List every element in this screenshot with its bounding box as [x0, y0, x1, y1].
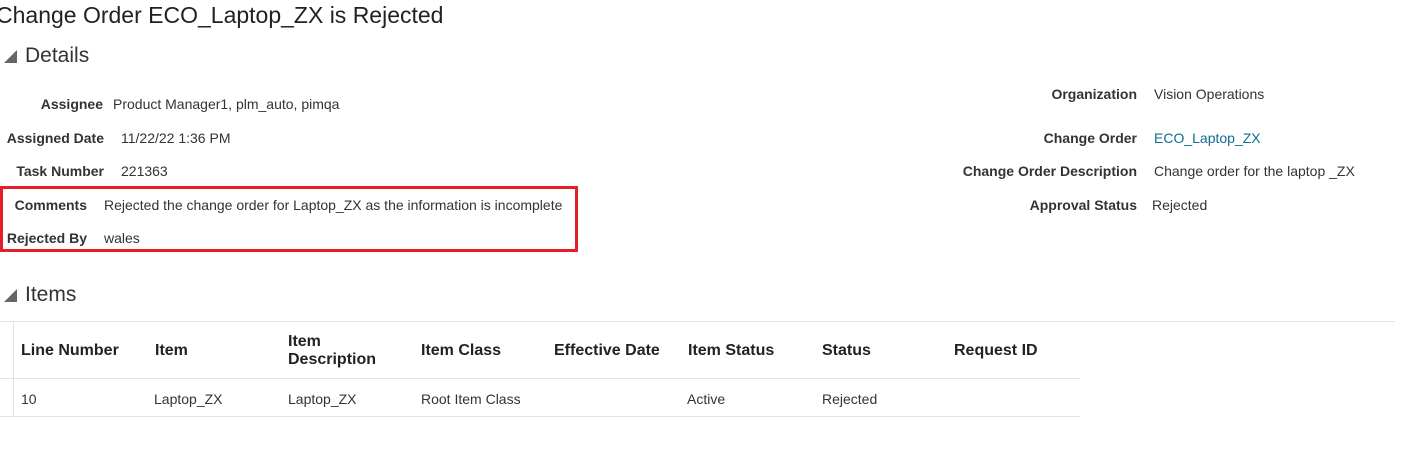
column-header-item-description[interactable]: Item Description [288, 333, 398, 369]
details-section-title: Details [25, 44, 90, 67]
change-order-link[interactable]: ECO_Laptop_ZX [1154, 130, 1261, 146]
organization-value: Vision Operations [1154, 86, 1265, 102]
task-number-value: 221363 [121, 163, 168, 179]
approval-status-label: Approval Status [1029, 197, 1137, 213]
task-number-label: Task Number [16, 163, 104, 179]
collapse-triangle-icon [4, 288, 17, 302]
line-number-cell: 10 [21, 391, 37, 407]
assigned-date-label: Assigned Date [6, 130, 104, 146]
item-class-cell: Root Item Class [421, 391, 521, 407]
collapse-triangle-icon [4, 49, 17, 63]
organization-label: Organization [1051, 86, 1137, 102]
column-header-item[interactable]: Item [155, 342, 188, 360]
assigned-date-value: 11/22/22 1:36 PM [121, 130, 231, 146]
change-order-description-label: Change Order Description [962, 163, 1137, 179]
page-title: Change Order ECO_Laptop_ZX is Rejected [0, 2, 444, 28]
column-header-line-number[interactable]: Line Number [21, 342, 119, 360]
change-order-description-value: Change order for the laptop _ZX [1154, 163, 1355, 179]
assignee-label: Assignee [40, 96, 103, 112]
item-status-cell: Active [687, 391, 726, 407]
change-order-label: Change Order [1043, 130, 1137, 146]
items-section-title: Items [25, 283, 77, 306]
comments-highlight-box [0, 186, 578, 252]
approval-status-value: Rejected [1152, 197, 1208, 213]
column-header-status[interactable]: Status [822, 342, 871, 360]
status-cell: Rejected [822, 391, 878, 407]
item-description-cell: Laptop_ZX [288, 391, 357, 407]
column-header-effective-date[interactable]: Effective Date [554, 342, 660, 360]
column-header-request-id[interactable]: Request ID [954, 342, 1038, 360]
details-section-toggle[interactable]: Details [4, 44, 89, 68]
items-section-toggle[interactable]: Items [4, 283, 76, 307]
assignee-value: Product Manager1, plm_auto, pimqa [113, 96, 340, 112]
item-cell: Laptop_ZX [154, 391, 223, 407]
column-header-item-status[interactable]: Item Status [688, 342, 774, 360]
column-header-item-class[interactable]: Item Class [421, 342, 501, 360]
